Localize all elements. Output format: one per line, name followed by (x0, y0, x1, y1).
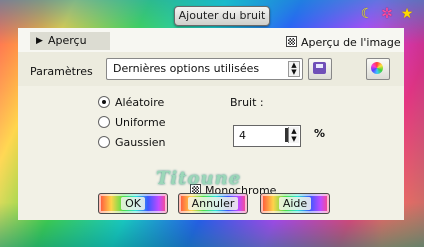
noise-value: 4 (239, 129, 246, 142)
radio-gaussien[interactable]: Gaussien (98, 136, 166, 150)
noise-label: Bruit : (230, 96, 264, 109)
radio-dot-icon (98, 116, 110, 128)
preview-label: Aperçu (48, 34, 87, 47)
params-value: Dernières options utilisées (113, 62, 260, 75)
spinner-arrows-icon[interactable]: ▲ ▼ (288, 127, 299, 143)
cancel-button[interactable]: Annuler (178, 193, 248, 214)
save-preset-button[interactable] (308, 58, 332, 80)
params-select[interactable]: Dernières options utilisées ▲ ▼ (106, 58, 303, 80)
checkbox-icon (286, 36, 297, 47)
image-preview-checkbox[interactable]: Aperçu de l'image (286, 36, 401, 49)
radio-aleatoire[interactable]: Aléatoire (98, 96, 164, 110)
preview-toggle[interactable]: ▶ Aperçu (30, 32, 110, 50)
reset-icon (371, 62, 383, 74)
cancel-label: Annuler (187, 197, 239, 210)
radio-label: Gaussien (115, 136, 166, 149)
ok-label: OK (121, 197, 145, 210)
noise-amount-field[interactable]: 4 ▲ ▼ (233, 125, 301, 147)
percent-unit: % (314, 127, 326, 140)
star-icon[interactable]: ★ (398, 5, 416, 23)
preview-strip: ▶ Aperçu Aperçu de l'image (18, 28, 404, 52)
watermark: Titoune (156, 168, 242, 189)
image-preview-label: Aperçu de l'image (301, 36, 401, 49)
ok-button[interactable]: OK (98, 193, 168, 214)
reset-button[interactable] (366, 58, 390, 80)
params-label: Paramètres (30, 65, 93, 78)
help-label: Aide (278, 197, 312, 210)
floppy-disk-icon (313, 62, 326, 74)
radio-uniforme[interactable]: Uniforme (98, 116, 166, 130)
radio-dot-icon (98, 136, 110, 148)
radio-label: Uniforme (115, 116, 166, 129)
sparkle-icon[interactable]: ✲ (378, 5, 396, 23)
radio-label: Aléatoire (115, 96, 165, 109)
window-title: Ajouter du bruit (174, 6, 270, 26)
help-button[interactable]: Aide (260, 193, 330, 214)
expand-triangle-icon: ▶ (36, 36, 43, 46)
radio-dot-icon (98, 96, 110, 108)
dropdown-arrows-icon[interactable]: ▲ ▼ (288, 61, 300, 77)
leaf-icon[interactable]: ☾ (358, 5, 376, 23)
corner-icons: ☾ ✲ ★ (358, 5, 416, 23)
